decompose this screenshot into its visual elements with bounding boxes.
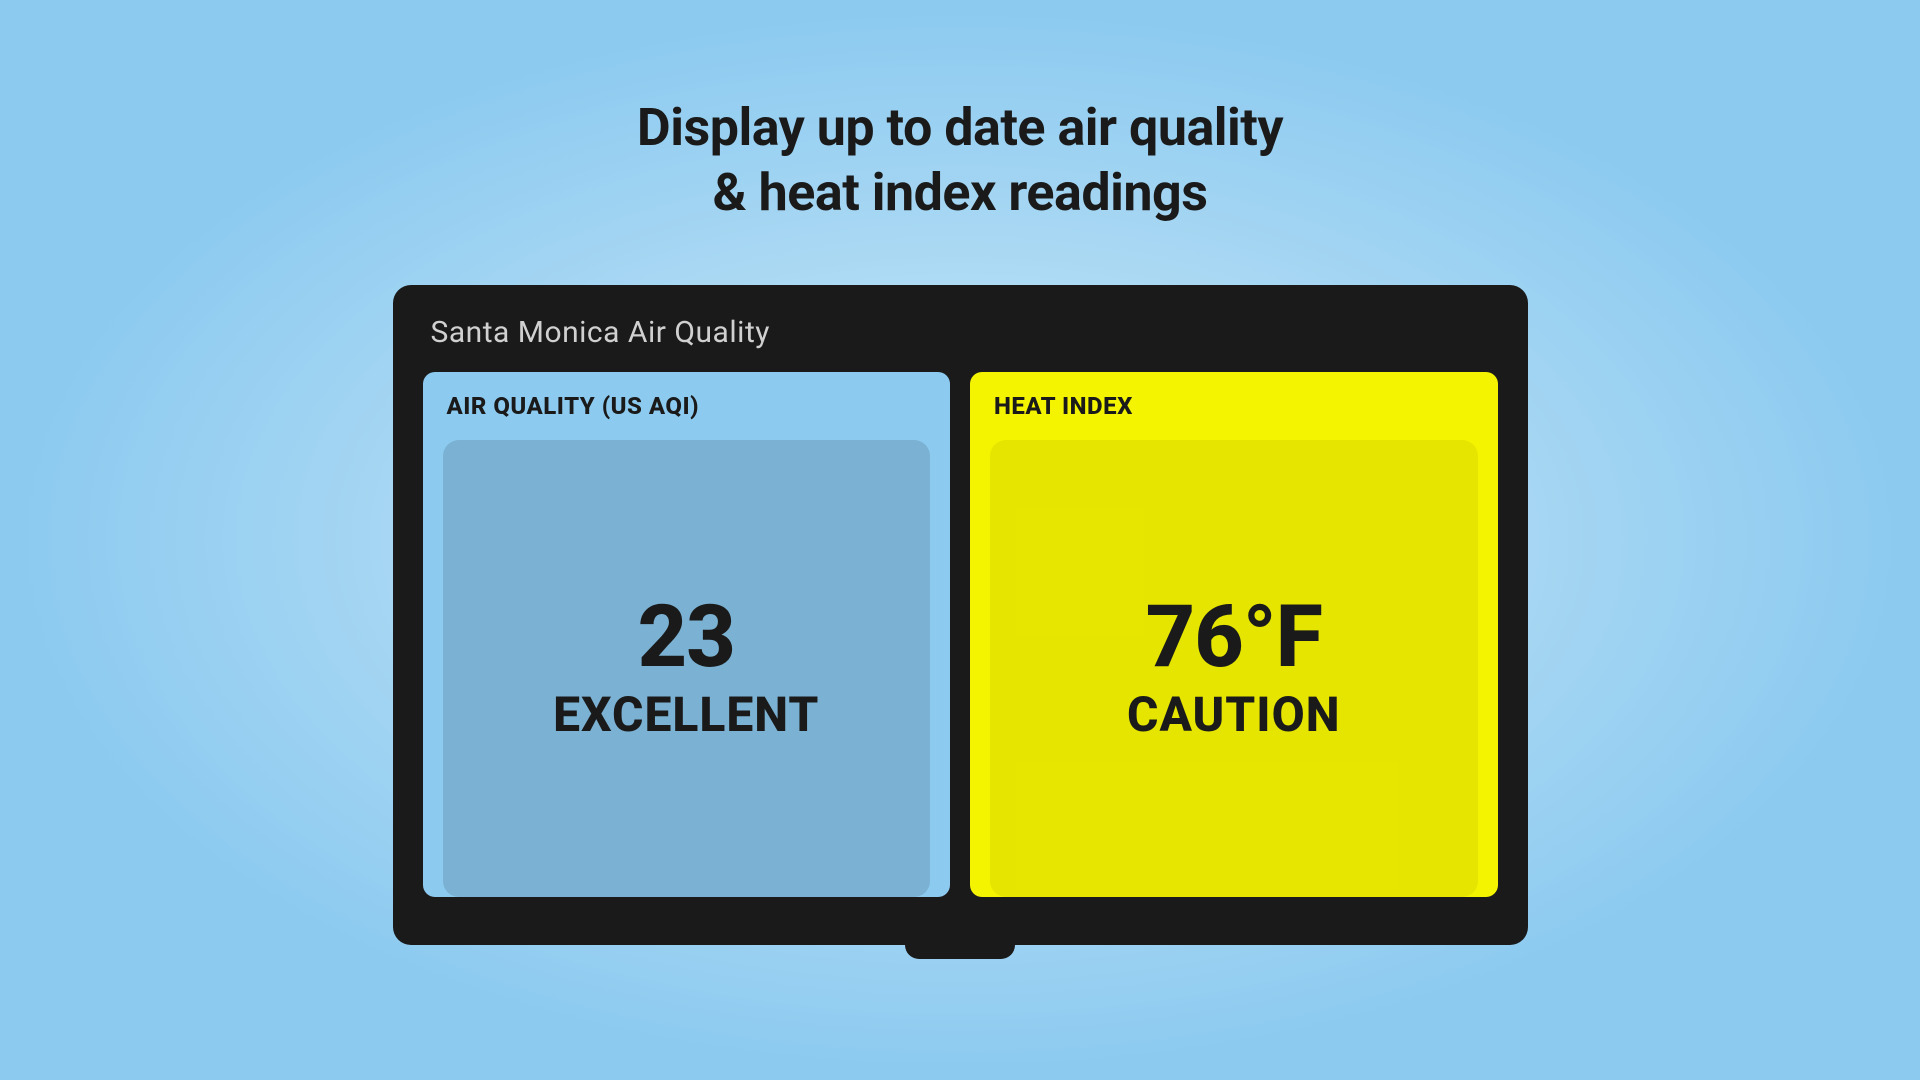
air-quality-value: 23 [638, 594, 735, 680]
heat-index-value: 76°F [1146, 594, 1322, 680]
marketing-headline: Display up to date air quality & heat in… [637, 95, 1283, 225]
air-quality-status: EXCELLENT [553, 686, 819, 743]
screen-title: Santa Monica Air Quality [431, 315, 1498, 350]
air-quality-label: AIR QUALITY (US AQI) [447, 392, 931, 420]
heat-index-card: 76°F CAUTION [990, 440, 1478, 897]
panels-container: AIR QUALITY (US AQI) 23 EXCELLENT HEAT I… [423, 372, 1498, 897]
heat-index-panel: HEAT INDEX 76°F CAUTION [970, 372, 1498, 897]
device-stand [905, 945, 1015, 959]
air-quality-card: 23 EXCELLENT [443, 440, 931, 897]
headline-line-1: Display up to date air quality [637, 95, 1283, 160]
air-quality-panel: AIR QUALITY (US AQI) 23 EXCELLENT [423, 372, 951, 897]
display-device-frame: Santa Monica Air Quality AIR QUALITY (US… [393, 285, 1528, 945]
heat-index-status: CAUTION [1127, 686, 1341, 743]
headline-line-2: & heat index readings [637, 160, 1283, 225]
heat-index-label: HEAT INDEX [994, 392, 1478, 420]
